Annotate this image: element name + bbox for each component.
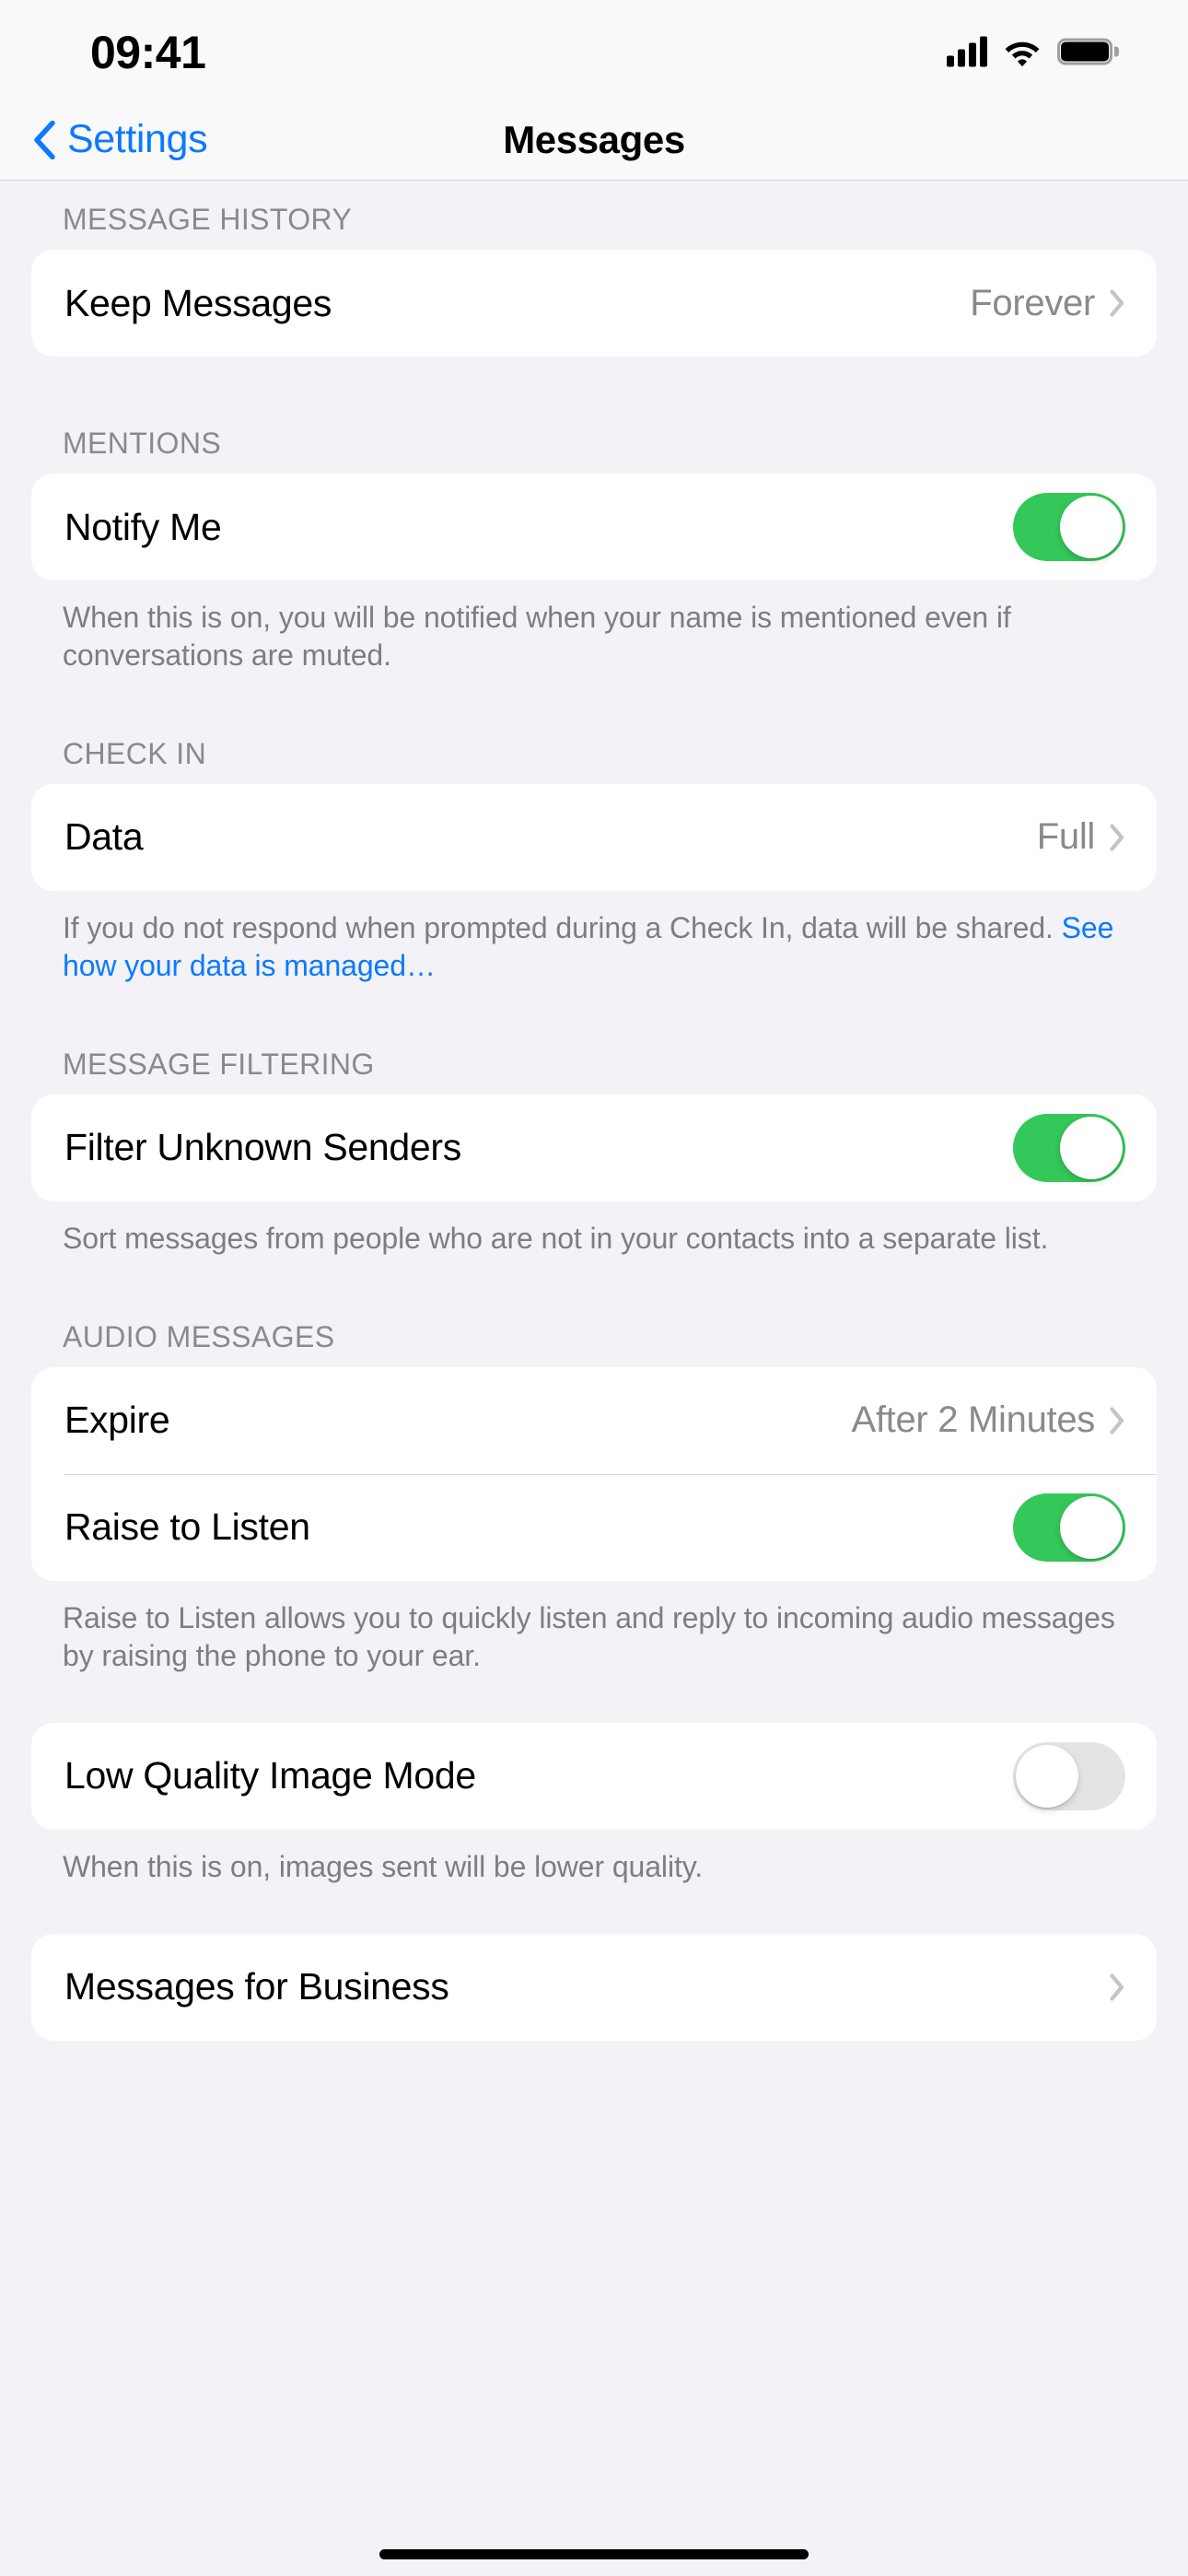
section-header-mentions: MENTIONS: [63, 427, 222, 460]
row-label: Messages for Business: [64, 1965, 449, 2008]
row-label: Notify Me: [64, 505, 222, 548]
iphone-screen: 09:41 Settings Messages MESSAGE HISTORY …: [0, 0, 1188, 2576]
section-group-messages-for-business: Messages for Business: [31, 1933, 1157, 2041]
navigation-bar: Settings Messages: [0, 100, 1188, 181]
row-label: Data: [64, 815, 144, 859]
chevron-left-icon: [33, 120, 55, 159]
row-value: After 2 Minutes: [851, 1399, 1095, 1441]
row-data[interactable]: Data Full: [31, 784, 1157, 891]
section-footer-check-in: If you do not respond when prompted duri…: [0, 891, 1188, 985]
chevron-right-icon: [1110, 289, 1125, 317]
row-label: Expire: [64, 1399, 170, 1442]
row-label: Raise to Listen: [64, 1505, 310, 1549]
chevron-right-icon: [1110, 824, 1125, 851]
section-group-audio-messages: Expire After 2 Minutes Raise to Listen: [31, 1366, 1157, 1581]
row-label: Filter Unknown Senders: [64, 1126, 461, 1169]
toggle-low-quality-image-mode[interactable]: [1013, 1741, 1125, 1810]
section-group-mentions: Notify Me: [31, 474, 1157, 580]
row-messages-for-business[interactable]: Messages for Business: [31, 1934, 1157, 2041]
section-header-message-filtering: MESSAGE FILTERING: [63, 1047, 375, 1081]
row-value: Full: [1036, 816, 1096, 858]
section-footer-message-filtering: Sort messages from people who are not in…: [63, 1221, 1049, 1255]
status-bar-indicators: [947, 36, 1119, 67]
section-group-message-history: Keep Messages Forever: [31, 250, 1157, 357]
section-header-message-history: MESSAGE HISTORY: [63, 203, 353, 236]
toggle-notify-me[interactable]: [1013, 493, 1125, 561]
home-indicator: [379, 2549, 809, 2559]
chevron-right-icon: [1110, 1407, 1125, 1434]
row-raise-to-listen[interactable]: Raise to Listen: [31, 1473, 1157, 1581]
toggle-filter-unknown-senders[interactable]: [1013, 1113, 1125, 1182]
section-header-audio-messages: AUDIO MESSAGES: [63, 1319, 335, 1353]
row-notify-me[interactable]: Notify Me: [31, 474, 1157, 580]
chevron-right-icon: [1110, 1973, 1125, 2001]
row-label: Keep Messages: [64, 281, 332, 324]
row-keep-messages[interactable]: Keep Messages Forever: [31, 250, 1157, 357]
section-header-check-in: CHECK IN: [63, 736, 207, 770]
status-bar-time: 09:41: [90, 27, 206, 78]
back-button-label: Settings: [67, 117, 208, 161]
section-footer-mentions: When this is on, you will be notified wh…: [63, 601, 1011, 672]
wifi-icon: [1003, 37, 1042, 66]
section-group-message-filtering: Filter Unknown Senders: [31, 1094, 1157, 1201]
section-group-check-in: Data Full: [31, 783, 1157, 891]
battery-full-icon: [1057, 38, 1119, 65]
cellular-bars-icon: [947, 36, 987, 67]
section-group-low-quality-image-mode: Low Quality Image Mode: [31, 1722, 1157, 1830]
footer-text: If you do not respond when prompted duri…: [63, 910, 1062, 944]
settings-list: MESSAGE HISTORY Keep Messages Forever ME…: [0, 181, 1188, 2041]
row-value: Forever: [970, 282, 1095, 323]
row-filter-unknown-senders[interactable]: Filter Unknown Senders: [31, 1095, 1157, 1201]
row-low-quality-image-mode[interactable]: Low Quality Image Mode: [31, 1723, 1157, 1830]
section-footer-low-quality-image-mode: When this is on, images sent will be low…: [63, 1849, 704, 1883]
row-label: Low Quality Image Mode: [64, 1754, 476, 1797]
back-button[interactable]: Settings: [33, 117, 208, 162]
section-footer-audio-messages: Raise to Listen allows you to quickly li…: [63, 1600, 1115, 1672]
row-expire[interactable]: Expire After 2 Minutes: [31, 1367, 1157, 1474]
status-bar: 09:41: [0, 0, 1188, 100]
toggle-raise-to-listen[interactable]: [1013, 1493, 1125, 1562]
